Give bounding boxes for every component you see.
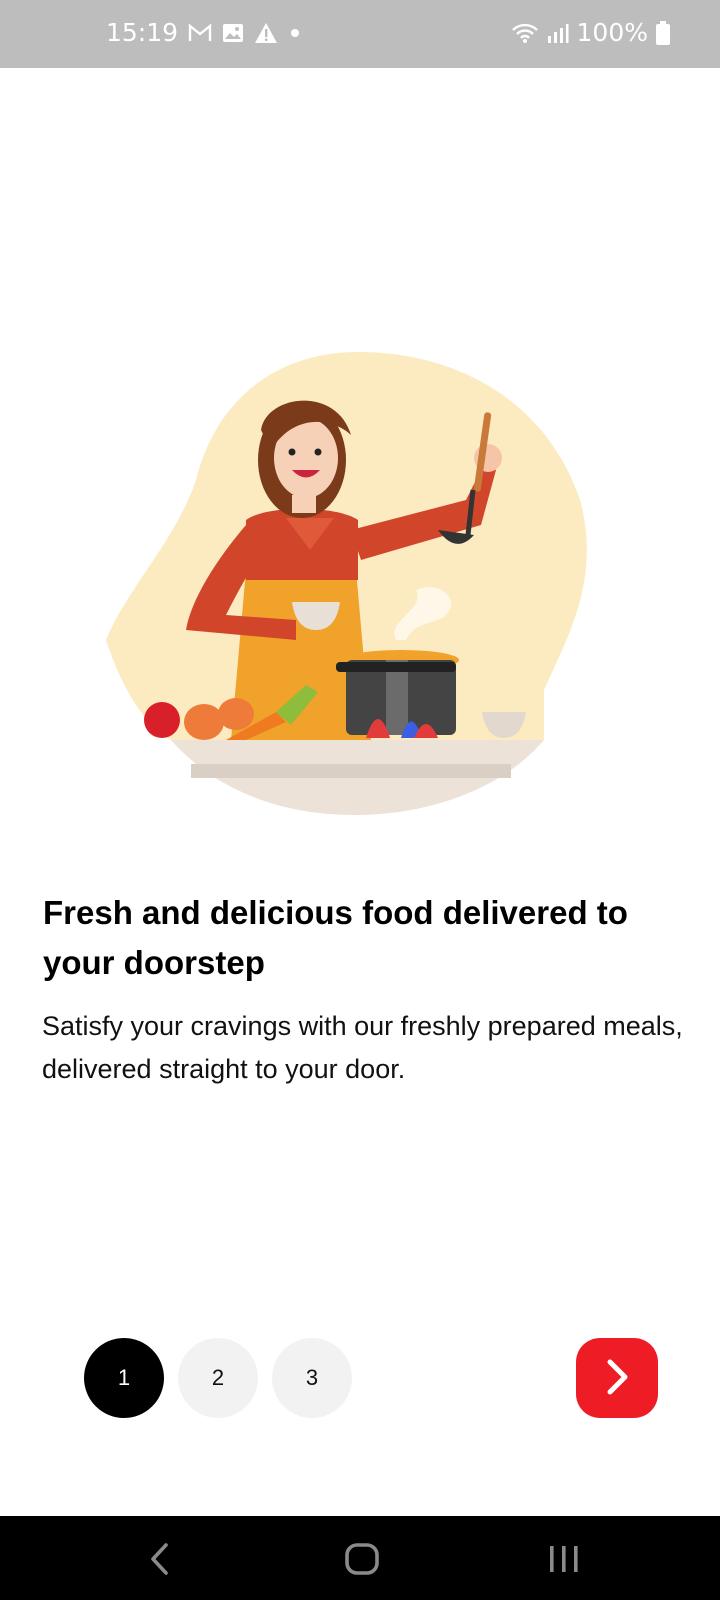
signal-icon: [547, 22, 569, 44]
wifi-icon: [511, 22, 539, 44]
dot-icon: [288, 26, 302, 40]
next-button[interactable]: [576, 1338, 658, 1418]
gmail-icon: [188, 23, 212, 43]
back-icon[interactable]: [130, 1534, 190, 1584]
page-indicator: 1 2 3: [84, 1338, 352, 1418]
battery-icon: [656, 20, 670, 45]
home-icon[interactable]: [332, 1534, 392, 1584]
onboarding-title: Fresh and delicious food delivered to yo…: [43, 894, 628, 981]
status-left: 15:19: [106, 18, 302, 47]
status-time: 15:19: [106, 18, 179, 47]
page-dot-1[interactable]: 1: [84, 1338, 164, 1418]
gallery-icon: [222, 23, 244, 43]
recents-icon[interactable]: [534, 1534, 594, 1584]
onboarding-description: Satisfy your cravings with our freshly p…: [42, 1011, 683, 1084]
chevron-right-icon: [602, 1358, 632, 1399]
woman-cooking-illustration: [96, 340, 606, 840]
page-dot-2[interactable]: 2: [178, 1338, 258, 1418]
status-right: 100%: [511, 18, 670, 47]
navigation-bar: [0, 1516, 720, 1600]
battery-text: 100%: [576, 18, 648, 47]
status-bar: 15:19 100%: [0, 0, 720, 68]
page-dot-3[interactable]: 3: [272, 1338, 352, 1418]
alert-icon: [254, 22, 278, 44]
